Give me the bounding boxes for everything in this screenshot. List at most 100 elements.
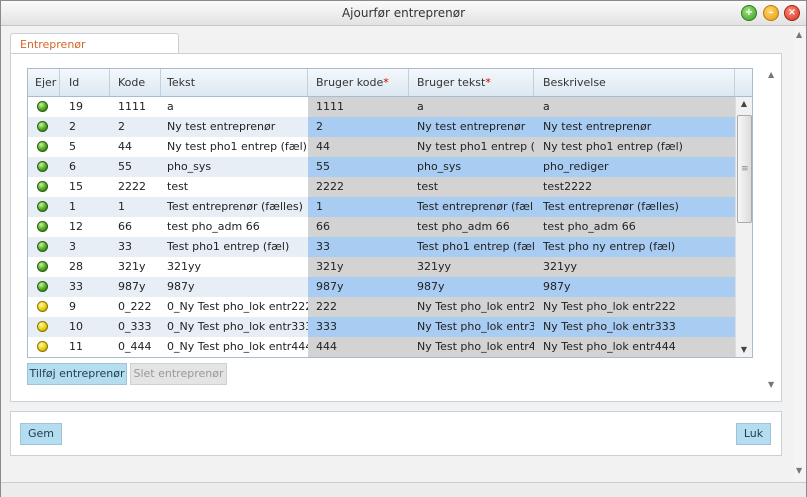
table-row[interactable]: 12 66 test pho_adm 66 66 test pho_adm 66 test… xyxy=(28,217,735,237)
window-title: Ajourfør entreprenør xyxy=(341,6,466,20)
cell-beskrivelse[interactable]: Ny Test pho_lok entr444 xyxy=(534,337,735,357)
close-button[interactable]: Luk xyxy=(736,423,771,445)
table-row[interactable]: 10 0_333 0_Ny Test pho_lok entr333 333 Ny Te… xyxy=(28,317,735,337)
scroll-down-icon[interactable]: ▼ xyxy=(796,466,802,475)
cell-ejer xyxy=(28,97,60,117)
minimize-icon[interactable]: – xyxy=(763,5,779,21)
cell-beskrivelse[interactable]: Ny test pho1 entrep (fæl) xyxy=(534,137,735,157)
table-row[interactable]: 6 55 pho_sys 55 pho_sys pho_rediger xyxy=(28,157,735,177)
green-dot-icon xyxy=(37,201,48,212)
table-row[interactable]: 15 2222 test 2222 test test2222 xyxy=(28,177,735,197)
cell-bruger-tekst[interactable]: test xyxy=(409,177,534,197)
cell-beskrivelse[interactable]: 321yy xyxy=(534,257,735,277)
grid-scrollbar[interactable]: ▲ ≡ ▼ xyxy=(735,97,752,357)
cell-beskrivelse[interactable]: test2222 xyxy=(534,177,735,197)
cell-id: 9 xyxy=(60,297,110,317)
table-row[interactable]: 33 987y 987y 987y 987y 987y xyxy=(28,277,735,297)
cell-bruger-kode[interactable]: 222 xyxy=(308,297,409,317)
header-ejer[interactable]: Ejer xyxy=(28,69,60,96)
cell-bruger-tekst[interactable]: pho_sys xyxy=(409,157,534,177)
delete-entrepreneur-button[interactable]: Slet entreprenør xyxy=(130,363,227,385)
cell-kode: 66 xyxy=(110,217,161,237)
cell-tekst: Test entreprenør (fælles) xyxy=(161,197,308,217)
cell-beskrivelse[interactable]: 987y xyxy=(534,277,735,297)
table-row[interactable]: 11 0_444 0_Ny Test pho_lok entr444 444 Ny Te… xyxy=(28,337,735,357)
cell-bruger-tekst[interactable]: 321yy xyxy=(409,257,534,277)
cell-bruger-tekst[interactable]: Ny Test pho_lok entr333 xyxy=(409,317,534,337)
cell-beskrivelse[interactable]: Test entreprenør (fælles) xyxy=(534,197,735,217)
header-bruger-tekst[interactable]: Bruger tekst* xyxy=(409,69,534,96)
cell-bruger-tekst[interactable]: Ny test pho1 entrep (fæl) xyxy=(409,137,534,157)
cell-bruger-tekst[interactable]: 987y xyxy=(409,277,534,297)
cell-beskrivelse[interactable]: a xyxy=(534,97,735,117)
header-tekst[interactable]: Tekst xyxy=(161,69,308,96)
cell-ejer xyxy=(28,317,60,337)
maximize-icon[interactable]: + xyxy=(741,5,757,21)
cell-tekst: test pho_adm 66 xyxy=(161,217,308,237)
cell-bruger-kode[interactable]: 444 xyxy=(308,337,409,357)
cell-bruger-tekst[interactable]: Test entreprenør (fælles) xyxy=(409,197,534,217)
table-row[interactable]: 3 33 Test pho1 entrep (fæl) 33 Test pho1 ent… xyxy=(28,237,735,257)
save-button[interactable]: Gem xyxy=(20,423,62,445)
close-icon[interactable]: × xyxy=(784,5,800,21)
cell-bruger-kode[interactable]: 321y xyxy=(308,257,409,277)
cell-bruger-tekst[interactable]: Ny Test pho_lok entr222 xyxy=(409,297,534,317)
cell-bruger-kode[interactable]: 2 xyxy=(308,117,409,137)
status-bar xyxy=(1,482,806,497)
green-dot-icon xyxy=(37,161,48,172)
grid-header: Ejer Id Kode Tekst Bruger kode* Bruger t… xyxy=(28,69,752,97)
cell-tekst: Ny test entreprenør xyxy=(161,117,308,137)
cell-bruger-tekst[interactable]: test pho_adm 66 xyxy=(409,217,534,237)
header-beskrivelse[interactable]: Beskrivelse xyxy=(534,69,735,96)
cell-beskrivelse[interactable]: Test pho ny entrep (fæl) xyxy=(534,237,735,257)
table-row[interactable]: 5 44 Ny test pho1 entrep (fæl) 44 Ny test ph… xyxy=(28,137,735,157)
grip-icon: ≡ xyxy=(741,164,749,174)
cell-id: 2 xyxy=(60,117,110,137)
cell-ejer xyxy=(28,277,60,297)
cell-beskrivelse[interactable]: test pho_adm 66 xyxy=(534,217,735,237)
cell-bruger-kode[interactable]: 333 xyxy=(308,317,409,337)
cell-kode: 0_222 xyxy=(110,297,161,317)
scroll-down-icon[interactable]: ▼ xyxy=(736,343,752,357)
table-row[interactable]: 2 2 Ny test entreprenør 2 Ny test entreprenø… xyxy=(28,117,735,137)
cell-bruger-kode[interactable]: 987y xyxy=(308,277,409,297)
scroll-thumb[interactable]: ≡ xyxy=(737,115,752,223)
cell-beskrivelse[interactable]: Ny test entreprenør xyxy=(534,117,735,137)
cell-bruger-kode[interactable]: 1 xyxy=(308,197,409,217)
table-row[interactable]: 9 0_222 0_Ny Test pho_lok entr222 222 Ny Tes… xyxy=(28,297,735,317)
scroll-up-icon[interactable]: ▲ xyxy=(796,30,802,39)
cell-bruger-kode[interactable]: 66 xyxy=(308,217,409,237)
cell-beskrivelse[interactable]: pho_rediger xyxy=(534,157,735,177)
cell-bruger-tekst[interactable]: Ny Test pho_lok entr444 xyxy=(409,337,534,357)
header-id[interactable]: Id xyxy=(60,69,110,96)
scroll-down-icon[interactable]: ▼ xyxy=(768,380,774,389)
cell-bruger-kode[interactable]: 55 xyxy=(308,157,409,177)
cell-bruger-tekst[interactable]: Test pho1 entrep (fæl) xyxy=(409,237,534,257)
panel-scrollbar[interactable]: ▲ ▼ xyxy=(766,66,777,392)
cell-ejer xyxy=(28,157,60,177)
header-bruger-kode[interactable]: Bruger kode* xyxy=(308,69,409,96)
cell-tekst: Ny test pho1 entrep (fæl) xyxy=(161,137,308,157)
cell-bruger-kode[interactable]: 44 xyxy=(308,137,409,157)
cell-kode: 44 xyxy=(110,137,161,157)
cell-bruger-tekst[interactable]: Ny test entreprenør xyxy=(409,117,534,137)
scroll-up-icon[interactable]: ▲ xyxy=(768,70,774,79)
cell-beskrivelse[interactable]: Ny Test pho_lok entr333 xyxy=(534,317,735,337)
table-row[interactable]: 19 1111 a 1111 a a xyxy=(28,97,735,117)
cell-ejer xyxy=(28,257,60,277)
title-bar[interactable]: Ajourfør entreprenør + – × xyxy=(1,1,806,26)
cell-bruger-kode[interactable]: 33 xyxy=(308,237,409,257)
cell-beskrivelse[interactable]: Ny Test pho_lok entr222 xyxy=(534,297,735,317)
table-row[interactable]: 1 1 Test entreprenør (fælles) 1 Test entrepr… xyxy=(28,197,735,217)
table-row[interactable]: 28 321y 321yy 321y 321yy 321yy xyxy=(28,257,735,277)
cell-bruger-tekst[interactable]: a xyxy=(409,97,534,117)
required-mark: * xyxy=(485,76,491,89)
cell-bruger-kode[interactable]: 2222 xyxy=(308,177,409,197)
tab-entreprenor[interactable]: Entreprenør xyxy=(10,33,179,55)
yellow-dot-icon xyxy=(37,341,48,352)
add-entrepreneur-button[interactable]: Tilføj entreprenør xyxy=(27,363,127,385)
scroll-up-icon[interactable]: ▲ xyxy=(736,97,752,111)
window-scrollbar[interactable]: ▲ ▼ xyxy=(794,26,806,481)
cell-bruger-kode[interactable]: 1111 xyxy=(308,97,409,117)
header-kode[interactable]: Kode xyxy=(110,69,161,96)
